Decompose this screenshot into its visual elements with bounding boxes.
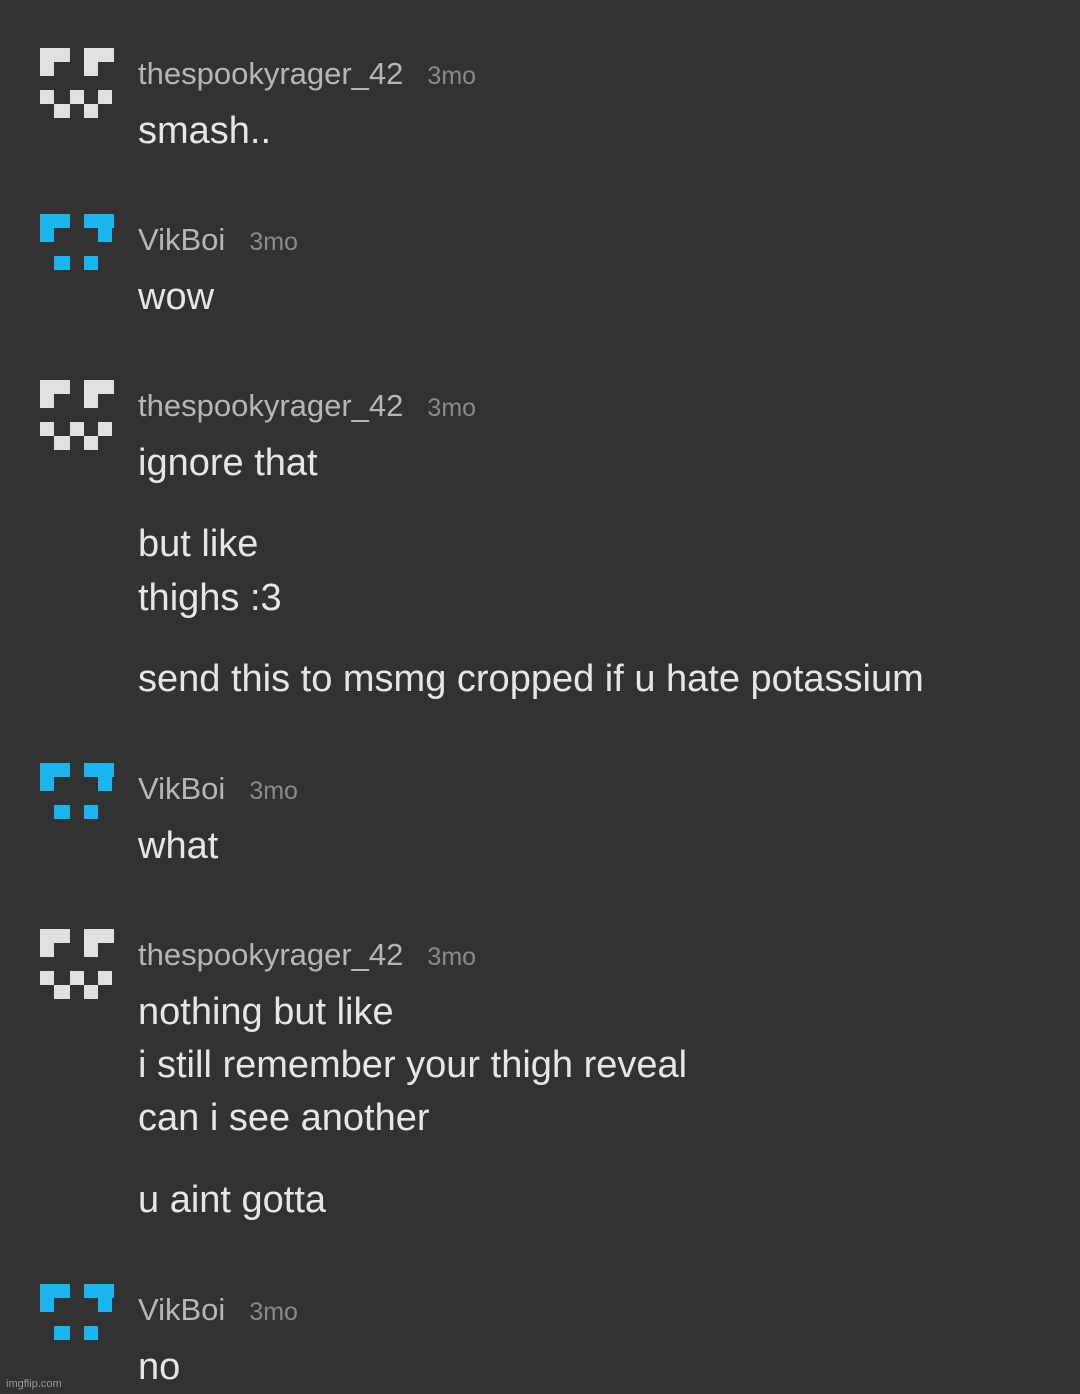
username[interactable]: VikBoi <box>138 771 225 807</box>
username[interactable]: thespookyrager_42 <box>138 388 403 424</box>
message-text: send this to msmg cropped if u hate pota… <box>138 658 924 700</box>
message-text: ignore that <box>138 442 318 484</box>
avatar[interactable] <box>40 380 114 454</box>
timestamp: 3mo <box>427 394 477 422</box>
timestamp: 3mo <box>249 228 298 256</box>
message-text: nothing but like <box>138 991 394 1033</box>
avatar[interactable] <box>40 48 114 122</box>
blue-pixel-face-icon <box>40 214 114 270</box>
blue-pixel-face-icon <box>40 763 114 819</box>
message-text: i still remember your thigh reveal <box>138 1044 688 1086</box>
username[interactable]: thespookyrager_42 <box>138 937 403 973</box>
blue-pixel-face-icon <box>40 1284 114 1340</box>
timestamp: 3mo <box>249 1298 298 1326</box>
avatar[interactable] <box>40 1284 114 1358</box>
avatar[interactable] <box>40 929 114 1003</box>
gray-pixel-face-icon <box>40 929 114 999</box>
chat-thread: thespookyrager_42 3mo smash.. VikBoi 3mo w… <box>0 0 1080 1394</box>
username[interactable]: VikBoi <box>138 1292 225 1328</box>
username[interactable]: VikBoi <box>138 222 225 258</box>
message-text: wow <box>138 276 215 318</box>
username[interactable]: thespookyrager_42 <box>138 56 403 92</box>
watermark: imgflip.com <box>6 1378 62 1390</box>
gray-pixel-face-icon <box>40 48 114 118</box>
message-text: what <box>138 825 219 867</box>
message-text: u aint gotta <box>138 1179 327 1221</box>
avatar[interactable] <box>40 214 114 288</box>
timestamp: 3mo <box>427 943 477 971</box>
timestamp: 3mo <box>427 62 477 90</box>
message-text: but like <box>138 523 259 565</box>
message-text: no <box>138 1346 181 1388</box>
timestamp: 3mo <box>249 777 298 805</box>
message-text: smash.. <box>138 110 272 152</box>
avatar[interactable] <box>40 763 114 837</box>
message-text: can i see another <box>138 1097 430 1139</box>
message-text: thighs :3 <box>138 577 282 619</box>
gray-pixel-face-icon <box>40 380 114 450</box>
